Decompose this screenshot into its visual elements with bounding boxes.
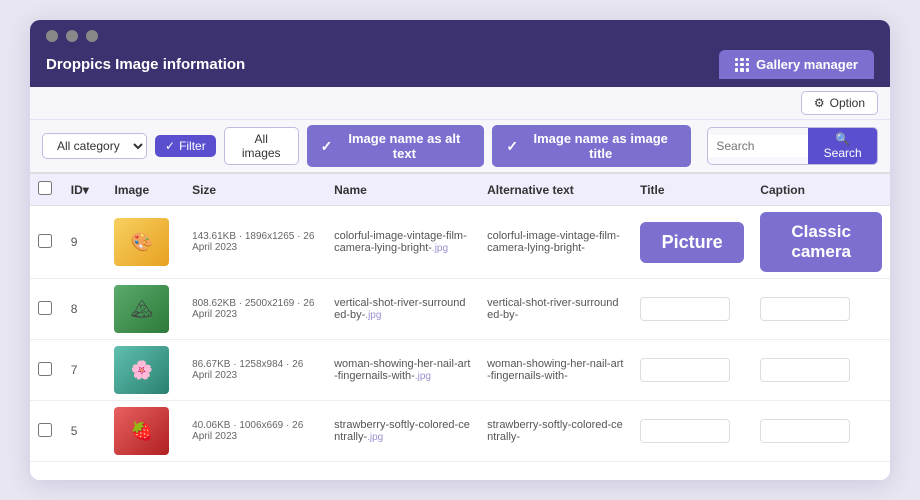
row-title [632,279,752,340]
caption-badge: Classic camera [760,212,882,272]
title-input[interactable] [640,297,730,321]
row-caption [752,340,890,401]
select-all-checkbox[interactable] [38,181,52,195]
table-header-row: ID▾ Image Size Name Alternative text Tit… [30,174,890,206]
row-checkbox[interactable] [38,234,52,248]
main-window: Droppics Image information Gallery manag… [30,20,890,480]
caption-input[interactable] [760,419,850,443]
image-table: ID▾ Image Size Name Alternative text Tit… [30,174,890,462]
thumbnail-image: 🍓 [114,407,169,455]
row-alt-text: woman-showing-her-nail-art-fingernails-w… [479,340,632,401]
row-caption: Classic camera [752,206,890,279]
search-button[interactable]: 🔍 Search [808,128,877,164]
table-row: 8🏔808.62KB · 2500x2169 · 26 April 2023ve… [30,279,890,340]
col-title-header: Title [632,174,752,206]
option-label: Option [830,96,865,110]
check-icon: ✓ [165,139,175,153]
close-light [46,30,58,42]
file-extension: .jpg [367,432,383,443]
toggle-alt-label: Image name as alt text [338,131,470,161]
checkmark-alt-icon: ✓ [321,138,333,155]
caption-input[interactable] [760,358,850,382]
row-name: woman-showing-her-nail-art-fingernails-w… [326,340,479,401]
file-extension: .jpg [432,243,448,254]
search-icon: 🔍 [835,132,850,146]
minimize-light [66,30,78,42]
image-table-container: ID▾ Image Size Name Alternative text Tit… [30,174,890,480]
gallery-manager-button[interactable]: Gallery manager [719,50,874,79]
thumbnail-image: 🌸 [114,346,169,394]
row-id: 5 [63,401,107,462]
row-name: vertical-shot-river-surrounded-by-.jpg [326,279,479,340]
col-checkbox [30,174,63,206]
toolbar-bottom: All category ✓ Filter All images ✓ Image… [30,120,890,174]
app-title: Droppics Image information [46,56,245,73]
row-size: 40.06KB · 1006x669 · 26 April 2023 [184,401,326,462]
table-row: 5🍓40.06KB · 1006x669 · 26 April 2023stra… [30,401,890,462]
col-id-header: ID▾ [63,174,107,206]
row-title [632,340,752,401]
all-images-label: All images [242,132,281,160]
caption-input[interactable] [760,297,850,321]
toggle-title-label: Image name as image title [524,131,677,161]
thumbnail-image: 🎨 [114,218,169,266]
maximize-light [86,30,98,42]
col-image-header: Image [106,174,184,206]
col-name-header: Name [326,174,479,206]
gallery-manager-label: Gallery manager [756,57,858,72]
filter-label: Filter [179,139,206,153]
title-row: Droppics Image information Gallery manag… [46,50,874,87]
traffic-lights [46,30,874,42]
row-id: 7 [63,340,107,401]
option-button[interactable]: ⚙ Option [801,91,878,115]
row-size: 86.67KB · 1258x984 · 26 April 2023 [184,340,326,401]
toggle-alt-text-button[interactable]: ✓ Image name as alt text [307,125,485,167]
title-input[interactable] [640,358,730,382]
row-checkbox[interactable] [38,423,52,437]
row-caption [752,279,890,340]
row-alt-text: strawberry-softly-colored-centrally- [479,401,632,462]
category-select[interactable]: All category [42,133,147,159]
row-alt-text: colorful-image-vintage-film-camera-lying… [479,206,632,279]
title-bar: Droppics Image information Gallery manag… [30,20,890,87]
table-row: 7🌸86.67KB · 1258x984 · 26 April 2023woma… [30,340,890,401]
all-images-button[interactable]: All images [224,127,299,165]
row-size: 143.61KB · 1896x1265 · 26 April 2023 [184,206,326,279]
row-thumbnail: 🎨 [106,206,184,279]
row-thumbnail: 🍓 [106,401,184,462]
row-checkbox[interactable] [38,362,52,376]
file-extension: .jpg [415,371,431,382]
row-title: Picture [632,206,752,279]
file-extension: .jpg [365,310,381,321]
title-input[interactable] [640,419,730,443]
title-badge: Picture [640,222,744,263]
thumbnail-image: 🏔 [114,285,169,333]
row-caption [752,401,890,462]
grid-icon [735,58,749,72]
col-alt-header: Alternative text [479,174,632,206]
row-id: 8 [63,279,107,340]
row-id: 9 [63,206,107,279]
search-bar: 🔍 Search [707,127,878,165]
row-name: strawberry-softly-colored-centrally-.jpg [326,401,479,462]
row-checkbox[interactable] [38,301,52,315]
row-size: 808.62KB · 2500x2169 · 26 April 2023 [184,279,326,340]
checkmark-title-icon: ✓ [506,138,518,155]
col-size-header: Size [184,174,326,206]
row-thumbnail: 🏔 [106,279,184,340]
row-thumbnail: 🌸 [106,340,184,401]
gear-icon: ⚙ [814,96,825,110]
filter-button[interactable]: ✓ Filter [155,135,216,157]
table-row: 9🎨143.61KB · 1896x1265 · 26 April 2023co… [30,206,890,279]
row-name: colorful-image-vintage-film-camera-lying… [326,206,479,279]
search-input[interactable] [708,135,808,157]
toolbar-top: ⚙ Option [30,87,890,120]
search-label: Search [824,146,862,160]
row-alt-text: vertical-shot-river-surrounded-by- [479,279,632,340]
toggle-image-title-button[interactable]: ✓ Image name as image title [492,125,691,167]
row-title [632,401,752,462]
col-caption-header: Caption [752,174,890,206]
